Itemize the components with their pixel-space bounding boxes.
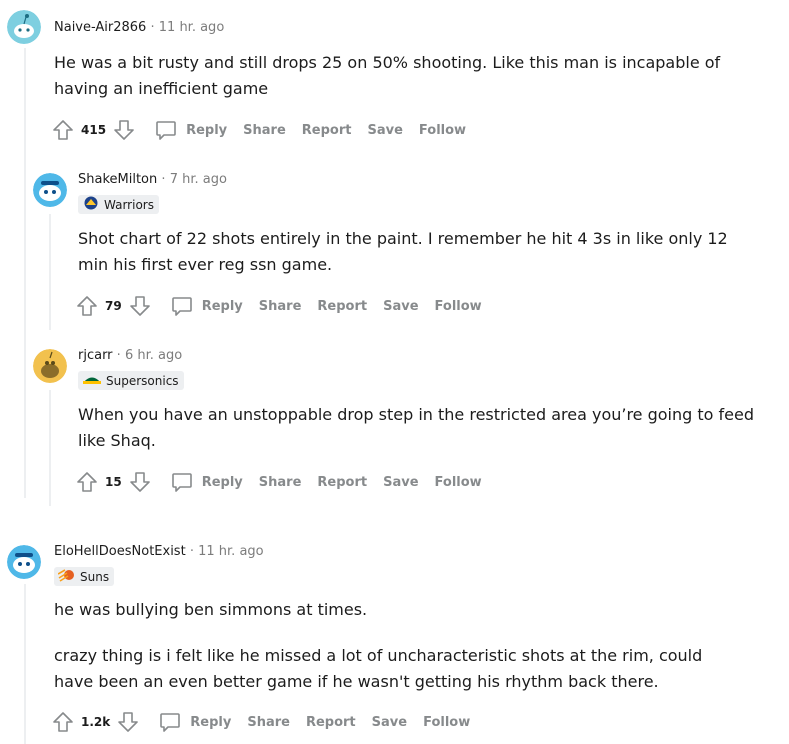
reply-button[interactable]: Reply <box>170 294 243 318</box>
supersonics-logo-icon <box>82 372 102 391</box>
follow-button[interactable]: Follow <box>423 715 470 730</box>
user-flair: Warriors <box>78 195 159 214</box>
thread-line[interactable] <box>24 48 26 498</box>
follow-button[interactable]: Follow <box>435 475 482 490</box>
meta-separator: · <box>189 544 194 559</box>
downvote-icon[interactable] <box>116 710 140 734</box>
suns-logo-icon <box>57 568 76 587</box>
comment-paragraph: When you have an unstoppable drop step i… <box>78 405 755 450</box>
reply-button[interactable]: Reply <box>170 470 243 494</box>
comment-timestamp[interactable]: 6 hr. ago <box>125 348 182 363</box>
snoo-avatar-icon <box>7 10 41 44</box>
vote-score: 415 <box>81 123 107 137</box>
comment-paragraph: Shot chart of 22 shots entirely in the p… <box>78 229 728 274</box>
vote-score: 15 <box>105 475 122 489</box>
comment-body: He was a bit rusty and still drops 25 on… <box>54 50 734 102</box>
reply-label: Reply <box>190 714 232 730</box>
share-button[interactable]: Share <box>259 475 302 490</box>
comment-timestamp[interactable]: 7 hr. ago <box>170 172 227 187</box>
downvote-icon[interactable] <box>128 470 152 494</box>
user-flair: Supersonics <box>78 371 184 390</box>
comment-timestamp[interactable]: 11 hr. ago <box>198 544 264 559</box>
report-button[interactable]: Report <box>302 123 352 138</box>
flair-label: Warriors <box>104 198 154 212</box>
flair-label: Suns <box>80 570 110 584</box>
reply-button[interactable]: Reply <box>158 710 231 734</box>
vote-score: 79 <box>105 299 122 313</box>
avatar[interactable] <box>7 10 41 44</box>
comment-body: he was bullying ben simmons at times. cr… <box>54 597 744 695</box>
comment-author[interactable]: rjcarr <box>78 348 113 363</box>
follow-button[interactable]: Follow <box>435 299 482 314</box>
downvote-icon[interactable] <box>112 118 136 142</box>
comment-actions: 415 Reply Share Report Save Follow <box>51 116 466 144</box>
share-button[interactable]: Share <box>243 123 286 138</box>
comment-actions: 79 Reply Share Report Save Follow <box>75 292 482 320</box>
comment-paragraph: crazy thing is i felt like he missed a l… <box>54 646 703 691</box>
meta-separator: · <box>161 172 166 187</box>
save-button[interactable]: Save <box>383 475 418 490</box>
meta-separator: · <box>116 348 121 363</box>
snoo-avatar-icon <box>33 173 67 207</box>
report-button[interactable]: Report <box>317 299 367 314</box>
comment-bubble-icon <box>170 294 194 318</box>
save-button[interactable]: Save <box>372 715 407 730</box>
comment-actions: 1.2k Reply Share Report Save Follow <box>51 708 470 736</box>
meta-separator: · <box>150 20 155 35</box>
report-button[interactable]: Report <box>317 475 367 490</box>
upvote-icon[interactable] <box>51 710 75 734</box>
downvote-icon[interactable] <box>128 294 152 318</box>
comment-paragraph: he was bullying ben simmons at times. <box>54 600 368 619</box>
snoo-avatar-icon <box>33 349 67 383</box>
comment-author[interactable]: ShakeMilton <box>78 172 157 187</box>
comment-bubble-icon <box>170 470 194 494</box>
reply-label: Reply <box>201 474 243 490</box>
comment-author[interactable]: EloHellDoesNotExist <box>54 544 186 559</box>
thread-line[interactable] <box>49 214 51 330</box>
report-button[interactable]: Report <box>306 715 356 730</box>
upvote-icon[interactable] <box>51 118 75 142</box>
avatar[interactable] <box>7 545 41 579</box>
save-button[interactable]: Save <box>367 123 402 138</box>
reply-label: Reply <box>186 122 228 138</box>
save-button[interactable]: Save <box>383 299 418 314</box>
avatar[interactable] <box>33 173 67 207</box>
thread-line[interactable] <box>24 584 26 744</box>
reply-button[interactable]: Reply <box>154 118 227 142</box>
comment-paragraph: He was a bit rusty and still drops 25 on… <box>54 53 721 98</box>
comment-timestamp[interactable]: 11 hr. ago <box>159 20 225 35</box>
snoo-avatar-icon <box>7 545 41 579</box>
comment-body: Shot chart of 22 shots entirely in the p… <box>78 226 738 278</box>
user-flair: Suns <box>54 567 115 587</box>
share-button[interactable]: Share <box>259 299 302 314</box>
upvote-icon[interactable] <box>75 294 99 318</box>
comment-bubble-icon <box>154 118 178 142</box>
vote-score: 1.2k <box>81 715 111 729</box>
comment-body: When you have an unstoppable drop step i… <box>78 402 758 454</box>
comment-bubble-icon <box>158 710 182 734</box>
flair-label: Supersonics <box>106 374 179 388</box>
comment-actions: 15 Reply Share Report Save Follow <box>75 468 482 496</box>
follow-button[interactable]: Follow <box>419 123 466 138</box>
reply-label: Reply <box>201 298 243 314</box>
warriors-logo-icon <box>82 196 100 215</box>
upvote-icon[interactable] <box>75 470 99 494</box>
avatar[interactable] <box>33 349 67 383</box>
share-button[interactable]: Share <box>247 715 290 730</box>
thread-line[interactable] <box>49 390 51 506</box>
comment-author[interactable]: Naive-Air2866 <box>54 20 146 35</box>
